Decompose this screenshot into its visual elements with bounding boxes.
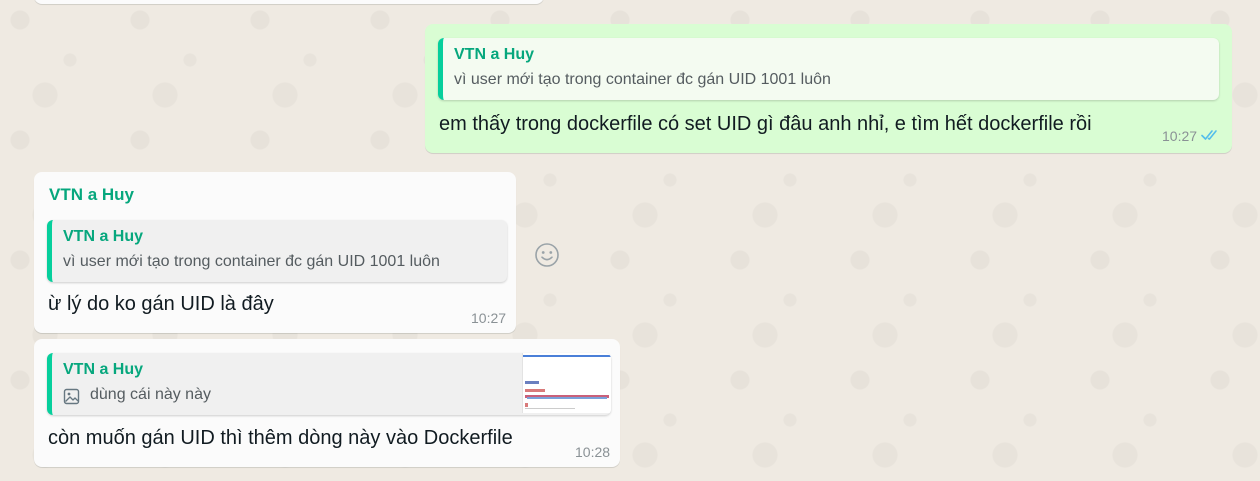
quoted-author: VTN a Huy: [63, 361, 144, 378]
previous-message-bubble[interactable]: [34, 0, 544, 4]
message-text: ừ lý do ko gán UID là đây: [48, 293, 274, 315]
quoted-message[interactable]: VTN a Huy vì user mới tạo trong containe…: [438, 38, 1219, 100]
double-check-read-icon: [1201, 128, 1219, 142]
message-time: 10:27: [471, 310, 507, 326]
quoted-message[interactable]: VTN a Huy vì user mới tạo trong containe…: [47, 220, 507, 282]
smiley-icon[interactable]: [533, 241, 561, 269]
message-time: 10:27: [1162, 128, 1198, 144]
outgoing-message-bubble[interactable]: VTN a Huy vì user mới tạo trong containe…: [425, 24, 1232, 153]
quoted-text: vì user mới tạo trong container đc gán U…: [454, 71, 831, 88]
quoted-author: VTN a Huy: [454, 46, 535, 63]
message-text: em thấy trong dockerfile có set UID gì đ…: [439, 113, 1092, 135]
message-time: 10:28: [575, 444, 611, 460]
quoted-message[interactable]: VTN a Huy dùng cái này này: [47, 353, 611, 415]
quoted-image-thumbnail[interactable]: [522, 353, 611, 413]
image-icon: [63, 388, 80, 405]
quoted-author: VTN a Huy: [63, 228, 144, 245]
incoming-message-bubble[interactable]: VTN a Huy dùng cái này này còn muốn gán …: [34, 339, 620, 467]
message-text: còn muốn gán UID thì thêm dòng này vào D…: [48, 427, 513, 449]
sender-name: VTN a Huy: [49, 185, 135, 204]
incoming-message-bubble[interactable]: VTN a Huy VTN a Huy vì user mới tạo tron…: [34, 172, 516, 333]
quoted-text: vì user mới tạo trong container đc gán U…: [63, 253, 440, 270]
quoted-text: dùng cái này này: [90, 386, 211, 403]
